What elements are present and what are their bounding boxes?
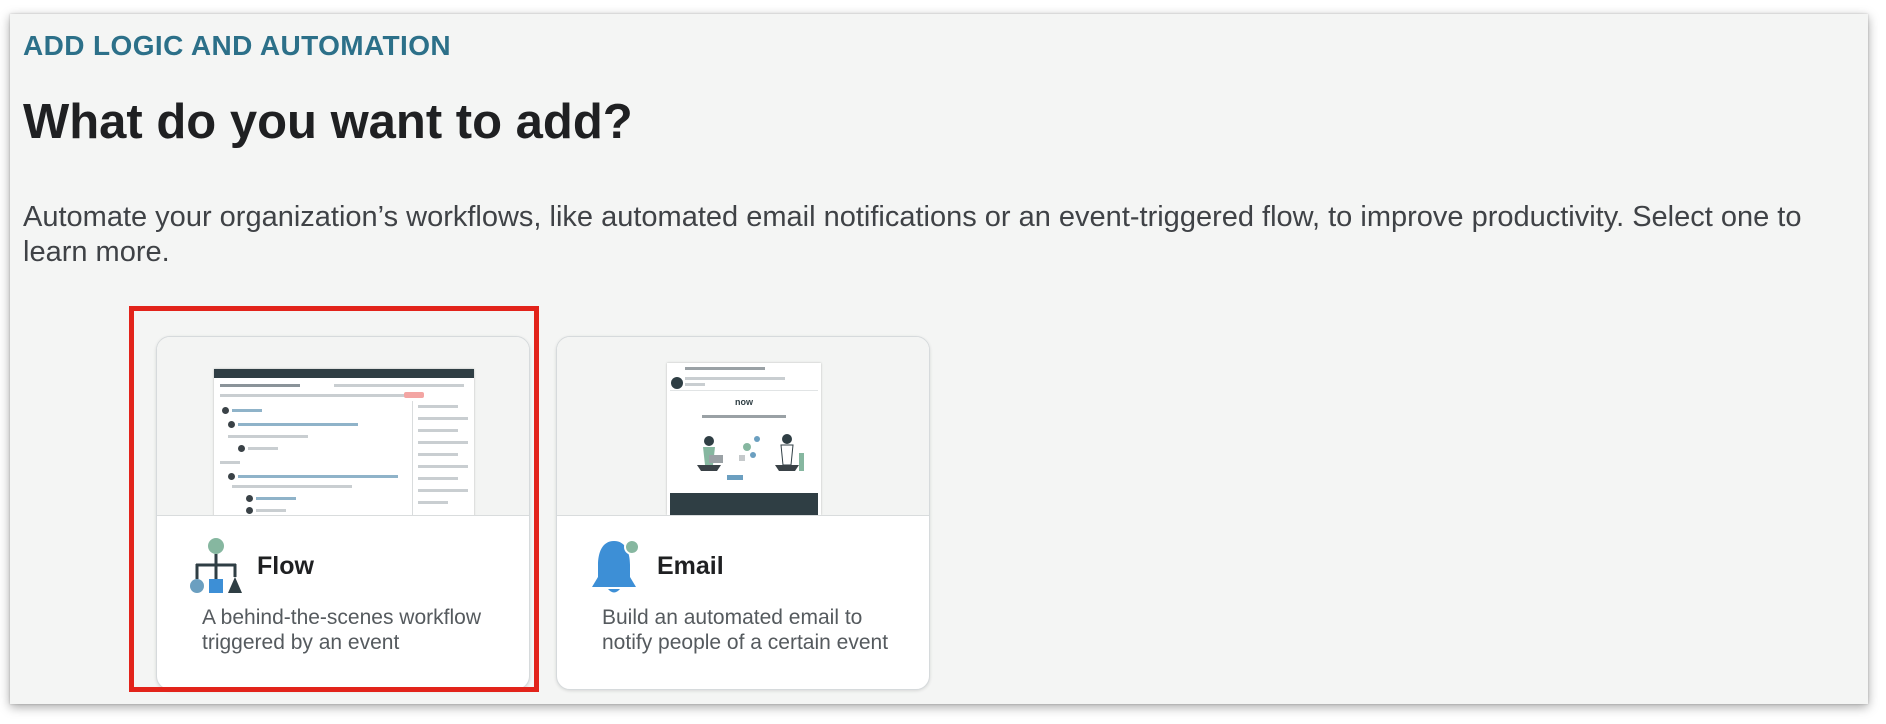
flow-option-description: A behind-the-scenes workflow triggered b… — [202, 606, 481, 654]
bell-icon — [589, 537, 647, 602]
email-option-title: Email — [657, 552, 724, 580]
flow-diagram-icon — [189, 537, 247, 602]
email-option-description: Build an automated email to notify peopl… — [602, 606, 889, 654]
add-logic-panel: ADD LOGIC AND AUTOMATION What do you wan… — [10, 14, 1868, 704]
flow-designer-screenshot — [214, 369, 474, 515]
flow-preview-image — [157, 337, 529, 516]
email-preview-image: now — [557, 337, 929, 516]
email-template-screenshot: now — [667, 363, 821, 515]
flow-option-title: Flow — [257, 552, 314, 580]
flow-option-card[interactable]: Flow A behind-the-scenes workflow trigge… — [156, 336, 530, 690]
page-description: Automate your organization’s workflows, … — [23, 201, 1802, 268]
page-title: What do you want to add? — [23, 95, 633, 149]
section-eyebrow: ADD LOGIC AND AUTOMATION — [23, 30, 452, 61]
email-option-card[interactable]: now Email Build an automated email to no… — [556, 336, 930, 690]
